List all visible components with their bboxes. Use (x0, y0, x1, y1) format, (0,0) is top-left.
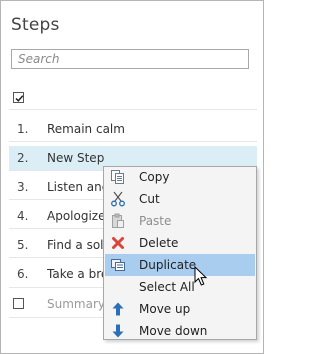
menu-item-label: Select All (139, 280, 195, 294)
row-divider (9, 141, 257, 142)
summary-checkbox[interactable] (13, 298, 24, 309)
menu-item-paste[interactable]: Paste (105, 210, 255, 232)
menu-item-label: Paste (139, 214, 172, 228)
step-number: 1. (17, 122, 29, 136)
select-all-checkbox[interactable] (13, 92, 24, 103)
step-number: 5. (17, 238, 29, 252)
menu-item-label: Move up (139, 302, 191, 316)
menu-item-label: Move down (139, 324, 208, 338)
menu-item-delete[interactable]: Delete (105, 232, 255, 254)
search-input[interactable] (11, 49, 249, 69)
step-label: Listen and (47, 180, 110, 194)
menu-item-move-up[interactable]: Move up (105, 298, 255, 320)
step-label: Apologize (47, 209, 106, 223)
step-number: 4. (17, 209, 29, 223)
arrow-down-icon (112, 324, 124, 338)
panel-title: Steps (11, 15, 60, 35)
menu-item-label: Copy (139, 170, 170, 184)
header-divider (9, 109, 257, 110)
duplicate-icon (111, 259, 125, 271)
menu-item-duplicate[interactable]: Duplicate (105, 254, 255, 276)
menu-item-label: Duplicate (139, 258, 197, 272)
context-menu: Copy Cut Paste Delete Duplicate Select A… (103, 166, 257, 340)
step-label: Take a bre (47, 267, 109, 281)
menu-item-label: Delete (139, 236, 179, 250)
step-label: Find a sol (47, 238, 104, 252)
step-label: Remain calm (47, 122, 125, 136)
paste-icon (112, 213, 124, 228)
menu-item-cut[interactable]: Cut (105, 188, 255, 210)
step-number: 6. (17, 267, 29, 281)
copy-icon (111, 170, 124, 184)
checkmark-icon (15, 95, 24, 102)
mouse-cursor-icon (194, 266, 208, 286)
menu-item-copy[interactable]: Copy (105, 166, 255, 188)
step-number: 2. (17, 151, 29, 165)
menu-item-select-all[interactable]: Select All (105, 276, 255, 298)
menu-item-move-down[interactable]: Move down (105, 320, 255, 342)
step-row[interactable]: 1. Remain calm (9, 117, 257, 141)
cut-icon (111, 191, 125, 207)
step-label: New Step (47, 151, 105, 165)
arrow-up-icon (112, 302, 124, 316)
delete-icon (112, 237, 124, 249)
menu-item-label: Cut (139, 192, 160, 206)
step-number: 3. (17, 180, 29, 194)
summary-placeholder: Summary (47, 297, 105, 311)
